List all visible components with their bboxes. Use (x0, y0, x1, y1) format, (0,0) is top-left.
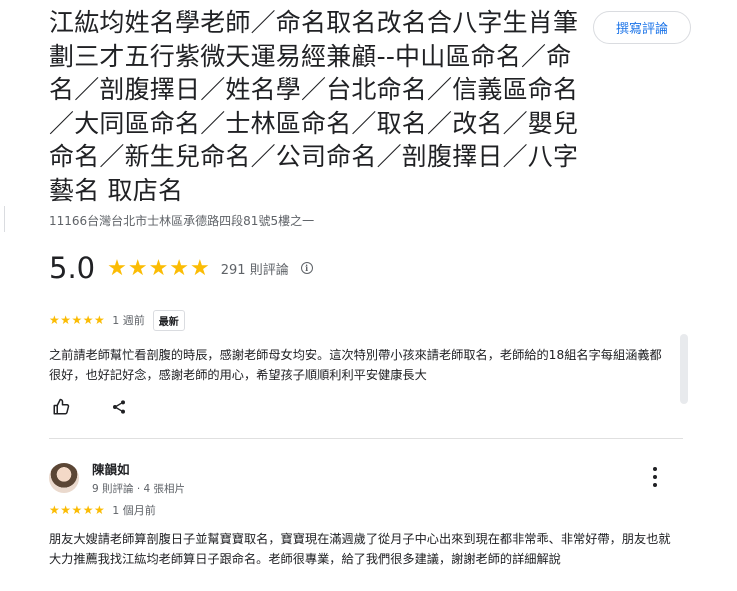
new-badge: 最新 (152, 309, 185, 331)
avatar[interactable] (49, 462, 79, 493)
thumb-up-icon[interactable] (49, 396, 73, 418)
reviewer-name[interactable]: 陳韻如 (92, 459, 185, 478)
review-meta: ★★★★★ 1 週前 最新 (49, 309, 685, 331)
review-actions (49, 396, 165, 418)
review-date: 1 個月前 (112, 504, 156, 517)
business-title: 江紘均姓名學老師／命名取名改名合八字生肖筆劃三才五行紫微天運易經兼顧--中山區命… (49, 8, 579, 205)
share-icon[interactable] (107, 396, 131, 418)
review-text: 朋友大嫂請老師算剖腹日子並幫寶寶取名，寶寶現在滿週歲了從月子中心出來到現在都非常… (49, 532, 671, 566)
info-icon[interactable]: i (300, 262, 313, 274)
review-text: 之前請老師幫忙看剖腹的時辰，感謝老師母女均安。這次特別帶小孩來請老師取名，老師給… (49, 348, 662, 382)
left-panel-edge (4, 206, 5, 232)
rating-stars: ★★★★★ (107, 255, 211, 281)
review-stars: ★★★★★ (49, 503, 106, 517)
review-card: ★★★★★ 1 週前 最新 之前請老師幫忙看剖腹的時辰，感謝老師母女均安。這次特… (49, 309, 685, 385)
review-stars: ★★★★★ (49, 313, 106, 327)
business-address: 11166台灣台北市士林區承德路四段81號5樓之一 (49, 214, 315, 228)
more-options-icon[interactable] (645, 465, 665, 489)
review-meta: ★★★★★ 1 個月前 (49, 499, 685, 521)
review-scrollbar[interactable] (680, 334, 688, 404)
reviewer-meta: 9 則評論 · 4 張相片 (92, 483, 186, 495)
review-divider (49, 438, 683, 439)
review-card: ★★★★★ 1 個月前 朋友大嫂請老師算剖腹日子並幫寶寶取名，寶寶現在滿週歲了從… (49, 499, 685, 569)
rating-summary: 5.0 ★★★★★ 291 則評論 i (49, 250, 313, 286)
review-count-link[interactable]: 291 則評論 (221, 259, 289, 278)
reviewer-header: 陳韻如 9 則評論 · 4 張相片 (49, 459, 185, 496)
write-review-button[interactable]: 撰寫評論 (593, 11, 691, 44)
review-date: 1 週前 (112, 314, 145, 327)
rating-value: 5.0 (49, 251, 96, 285)
